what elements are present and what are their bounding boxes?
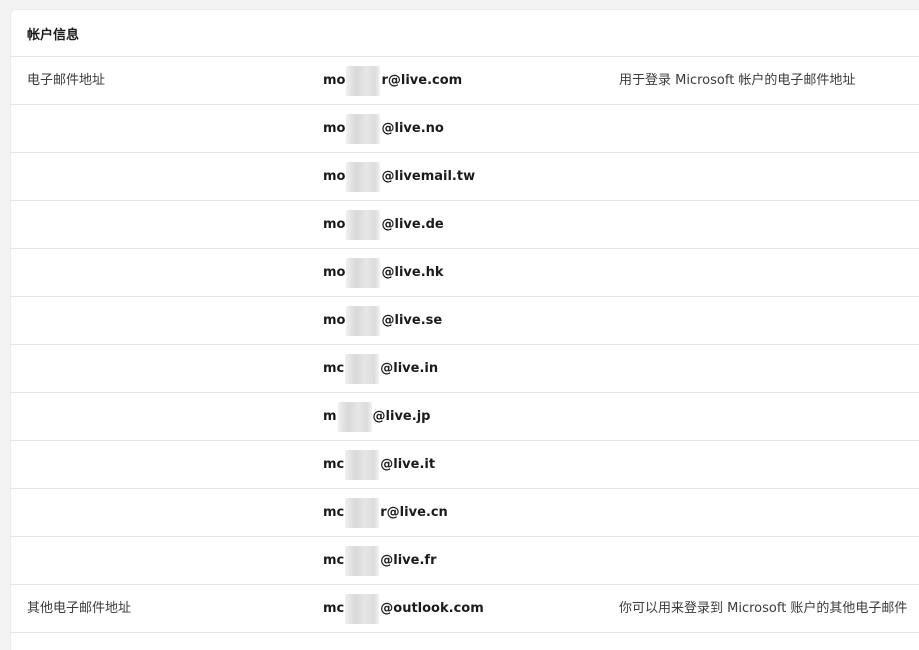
- table-row: mo @live.hk: [11, 249, 919, 297]
- email-address: mc @live.in: [323, 345, 438, 392]
- email-prefix: mo: [323, 217, 346, 232]
- table-row: mc r@live.cn: [11, 489, 919, 537]
- redaction-blur: [346, 209, 381, 240]
- email-domain: r@live.com: [381, 73, 463, 88]
- email-prefix: mo: [323, 313, 346, 328]
- email-address: mo @livemail.tw: [323, 153, 475, 200]
- table-row: mo @live.se: [11, 297, 919, 345]
- table-row: mo @live.de: [11, 201, 919, 249]
- table-row: mo @live.no: [11, 105, 919, 153]
- email-address: mo @live.se: [323, 297, 442, 344]
- email-domain: @live.de: [381, 217, 444, 232]
- email-address: mo r@live.com: [323, 57, 462, 104]
- email-domain: @live.jp: [372, 409, 431, 424]
- email-domain: @live.se: [381, 313, 443, 328]
- redaction-blur: [345, 497, 380, 528]
- account-info-card: 帐户信息 电子邮件地址 mo r@live.com 用于登录 Microsoft …: [10, 9, 919, 650]
- email-domain: @live.no: [381, 121, 444, 136]
- email-domain: @live.in: [380, 361, 439, 376]
- redaction-blur: [346, 65, 381, 96]
- section-header: 帐户信息: [11, 10, 919, 57]
- email-domain: @live.it: [380, 457, 436, 472]
- section-title: 帐户信息: [27, 27, 80, 43]
- redaction-blur: [345, 449, 380, 480]
- email-address: mo @live.no: [323, 105, 444, 152]
- email-domain: @live.fr: [380, 553, 437, 568]
- email-prefix: mo: [323, 73, 346, 88]
- email-address: mc @live.it: [323, 441, 435, 488]
- redaction-blur: [346, 161, 381, 192]
- email-prefix: mc: [323, 553, 345, 568]
- redaction-blur: [337, 401, 372, 432]
- email-prefix: mo: [323, 121, 346, 136]
- row-label: 电子邮件地址: [27, 73, 106, 88]
- email-domain: r@live.cn: [380, 505, 448, 520]
- table-row: mc @live.in: [11, 345, 919, 393]
- email-domain: @livemail.tw: [381, 169, 476, 184]
- email-address: mc r@live.cn: [323, 489, 448, 536]
- email-address: mc @outlook.com: [323, 585, 484, 632]
- redaction-blur: [345, 545, 380, 576]
- email-address: mo @live.de: [323, 201, 444, 248]
- email-address: mo @live.hk: [323, 249, 444, 296]
- redaction-blur: [346, 305, 381, 336]
- email-prefix: mc: [323, 601, 345, 616]
- email-domain: @live.hk: [381, 265, 444, 280]
- email-prefix: mc: [323, 457, 345, 472]
- table-row: 电子邮件地址 mo r@live.com 用于登录 Microsoft 帐户的电子…: [11, 57, 919, 105]
- email-prefix: mo: [323, 265, 346, 280]
- row-description: 用于登录 Microsoft 帐户的电子邮件地址: [619, 73, 856, 88]
- email-address: m @live.jp: [323, 393, 430, 440]
- table-row: 其他电子邮件地址 mc @outlook.com 你可以用来登录到 Microso…: [11, 585, 919, 633]
- email-prefix: mc: [323, 361, 345, 376]
- email-prefix: m: [323, 409, 337, 424]
- table-row: mc @live.it: [11, 441, 919, 489]
- redaction-blur: [345, 593, 380, 624]
- redaction-blur: [346, 113, 381, 144]
- table-row: mo @livemail.tw: [11, 153, 919, 201]
- table-row: mc @live.fr: [11, 537, 919, 585]
- email-prefix: mo: [323, 169, 346, 184]
- row-description: 你可以用来登录到 Microsoft 账户的其他电子邮件: [619, 601, 908, 616]
- row-label: 其他电子邮件地址: [27, 601, 132, 616]
- table-row: m @live.jp: [11, 393, 919, 441]
- email-address: mc @live.fr: [323, 537, 436, 584]
- email-prefix: mc: [323, 505, 345, 520]
- redaction-blur: [345, 353, 380, 384]
- email-domain: @outlook.com: [380, 601, 484, 616]
- redaction-blur: [346, 257, 381, 288]
